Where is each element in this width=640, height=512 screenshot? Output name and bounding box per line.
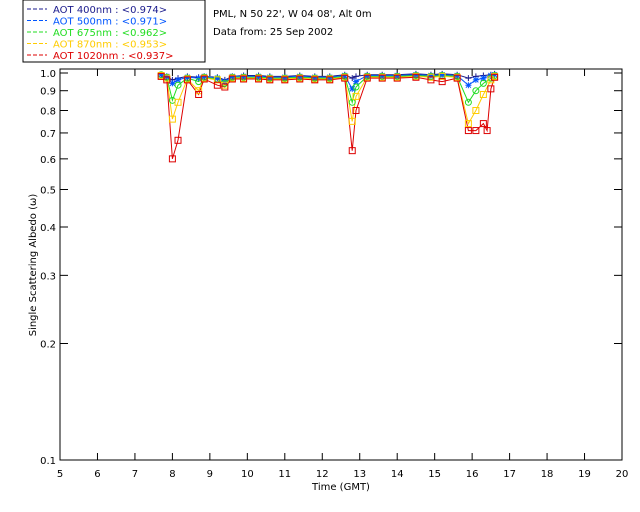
x-tick-label: 13 bbox=[353, 469, 366, 480]
x-tick-label: 17 bbox=[503, 469, 516, 480]
legend-label: AOT 400nm : <0.974> bbox=[53, 5, 167, 16]
y-tick-label: 0.6 bbox=[40, 155, 56, 166]
legend-label: AOT 1020nm : <0.937> bbox=[53, 51, 173, 62]
info-date: Data from: 25 Sep 2002 bbox=[213, 27, 333, 38]
legend: AOT 400nm : <0.974>AOT 500nm : <0.971>AO… bbox=[22, 0, 206, 63]
x-tick-label: 16 bbox=[466, 469, 479, 480]
y-tick-label: 0.2 bbox=[40, 340, 56, 351]
y-tick-label: 1.0 bbox=[40, 69, 56, 80]
x-tick-label: 20 bbox=[616, 469, 629, 480]
x-tick-label: 7 bbox=[132, 469, 138, 480]
x-tick-label: 9 bbox=[207, 469, 213, 480]
x-tick-label: 14 bbox=[391, 469, 404, 480]
x-tick-label: 10 bbox=[241, 469, 254, 480]
legend-label: AOT 675nm : <0.962> bbox=[53, 28, 167, 39]
x-tick-label: 6 bbox=[94, 469, 100, 480]
x-tick-label: 19 bbox=[578, 469, 591, 480]
y-tick-label: 0.5 bbox=[40, 185, 56, 196]
y-tick-label: 0.3 bbox=[40, 271, 56, 282]
y-tick-label: 0.1 bbox=[40, 456, 56, 467]
y-axis-title: Single Scattering Albedo (ω) bbox=[28, 194, 39, 337]
x-tick-label: 8 bbox=[169, 469, 175, 480]
x-tick-label: 18 bbox=[541, 469, 554, 480]
data-point bbox=[472, 76, 479, 83]
data-point bbox=[349, 85, 356, 92]
x-tick-label: 15 bbox=[428, 469, 441, 480]
x-axis-title: Time (GMT) bbox=[311, 482, 370, 493]
y-tick-label: 0.7 bbox=[40, 129, 56, 140]
y-tick-label: 0.9 bbox=[40, 87, 56, 98]
legend-label: AOT 870nm : <0.953> bbox=[53, 40, 167, 51]
x-tick-label: 5 bbox=[57, 469, 63, 480]
y-tick-label: 0.4 bbox=[40, 223, 56, 234]
data-point bbox=[465, 82, 472, 89]
legend-label: AOT 500nm : <0.971> bbox=[53, 17, 167, 28]
x-tick-label: 11 bbox=[278, 469, 291, 480]
x-tick-label: 12 bbox=[316, 469, 329, 480]
info-location: PML, N 50 22', W 04 08', Alt 0m bbox=[213, 9, 372, 20]
y-tick-label: 0.8 bbox=[40, 107, 56, 118]
data-point bbox=[169, 80, 176, 87]
chart-svg: AOT 400nm : <0.974>AOT 500nm : <0.971>AO… bbox=[0, 0, 640, 512]
